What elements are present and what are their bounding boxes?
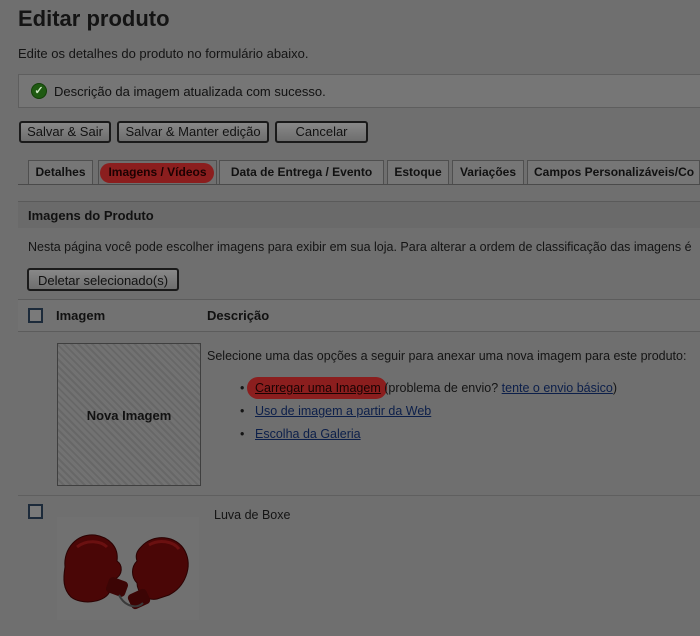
tab-label: Data de Entrega / Evento bbox=[230, 165, 373, 179]
new-image-placeholder: Nova Imagem bbox=[57, 343, 201, 486]
tab-stock[interactable]: Estoque bbox=[387, 160, 449, 185]
bullet: • bbox=[240, 404, 245, 418]
boxing-gloves-image[interactable] bbox=[57, 517, 199, 620]
tab-custom-fields[interactable]: Campos Personalizáveis/Co bbox=[527, 160, 700, 185]
page-subtitle: Edite os detalhes do produto no formulár… bbox=[18, 46, 309, 61]
cancel-button[interactable]: Cancelar bbox=[275, 121, 368, 143]
option-gallery: • Escolha da Galeria bbox=[240, 427, 361, 441]
success-message: ✓ Descrição da imagem atualizada com suc… bbox=[18, 74, 700, 108]
product-image-description: Luva de Boxe bbox=[214, 508, 291, 522]
tab-label: Imagens / Vídeos bbox=[108, 165, 207, 179]
upload-options-intro: Selecione uma das opções a seguir para a… bbox=[207, 349, 687, 363]
delete-selected-button[interactable]: Deletar selecionado(s) bbox=[27, 268, 179, 291]
upload-problem-note: (problema de envio? bbox=[380, 381, 502, 395]
basic-upload-link[interactable]: tente o envio básico bbox=[502, 381, 613, 395]
tab-details[interactable]: Detalhes bbox=[28, 160, 93, 185]
save-keep-editing-button[interactable]: Salvar & Manter edição bbox=[117, 121, 269, 143]
select-all-checkbox[interactable] bbox=[28, 308, 43, 323]
upload-image-link[interactable]: Carregar uma Imagem bbox=[255, 381, 381, 395]
section-description: Nesta página você pode escolher imagens … bbox=[28, 240, 692, 254]
tab-variations[interactable]: Variações bbox=[452, 160, 524, 185]
bullet: • bbox=[240, 427, 245, 441]
boxing-gloves-icon bbox=[63, 534, 189, 610]
tab-label: Campos Personalizáveis/Co bbox=[534, 165, 695, 179]
table-header: Imagem Descrição bbox=[18, 299, 700, 332]
upload-note-close: ) bbox=[612, 381, 618, 395]
product-image-checkbox[interactable] bbox=[28, 504, 43, 519]
column-header-image: Imagem bbox=[56, 308, 106, 323]
page-title: Editar produto bbox=[18, 6, 170, 31]
option-web-image: • Uso de imagem a partir da Web bbox=[240, 404, 431, 418]
row-divider bbox=[18, 495, 700, 496]
column-header-description: Descrição bbox=[207, 308, 270, 323]
checkmark-icon: ✓ bbox=[31, 83, 47, 99]
section-title: Imagens do Produto bbox=[28, 208, 154, 223]
tab-label: Variações bbox=[459, 165, 517, 179]
web-image-link[interactable]: Uso de imagem a partir da Web bbox=[255, 404, 431, 418]
gallery-link[interactable]: Escolha da Galeria bbox=[255, 427, 361, 441]
tab-label: Estoque bbox=[394, 165, 442, 179]
new-image-label: Nova Imagem bbox=[86, 408, 172, 423]
save-exit-button[interactable]: Salvar & Sair bbox=[19, 121, 111, 143]
section-header: Imagens do Produto bbox=[18, 201, 700, 228]
option-upload: • Carregar uma Imagem (problema de envio?… bbox=[240, 381, 617, 395]
tab-delivery-date-event[interactable]: Data de Entrega / Evento bbox=[219, 160, 384, 185]
tab-label: Detalhes bbox=[35, 165, 86, 179]
tab-images-videos[interactable]: Imagens / Vídeos bbox=[98, 160, 217, 185]
bullet: • bbox=[240, 381, 245, 395]
tabs-divider bbox=[18, 184, 700, 185]
success-message-text: Descrição da imagem atualizada com suces… bbox=[54, 84, 326, 99]
